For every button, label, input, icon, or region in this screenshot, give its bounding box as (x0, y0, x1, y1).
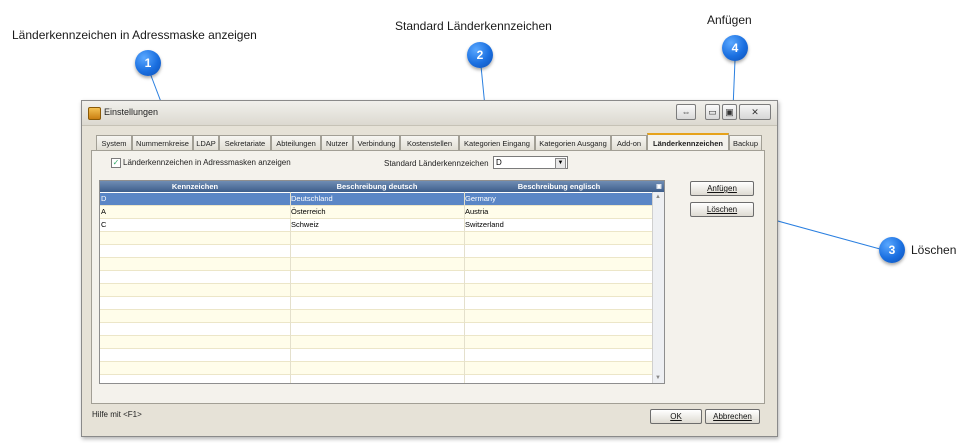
column-divider (290, 192, 291, 383)
delete-button[interactable]: Löschen (690, 202, 754, 217)
cell-desc-de: Schweiz (291, 220, 319, 229)
restore-arrows-icon[interactable]: ⇔ (676, 104, 696, 120)
callout-2-label: Standard Länderkennzeichen (395, 19, 552, 33)
tab-add-on[interactable]: Add-on (611, 135, 647, 150)
cell-desc-de: Deutschland (291, 194, 333, 203)
table-row[interactable]: C Schweiz Switzerland (100, 219, 664, 232)
cell-code: C (101, 220, 107, 229)
callout-1-label: Länderkennzeichen in Adressmaske anzeige… (12, 28, 257, 42)
callout-4-badge: 4 (722, 35, 748, 61)
cell-desc-de: Österreich (291, 207, 326, 216)
cell-desc-en: Switzerland (465, 220, 504, 229)
cancel-button-label: Abbrechen (713, 412, 752, 421)
default-country-select[interactable]: D ▼ (493, 156, 568, 169)
tab-verbindung[interactable]: Verbindung (353, 135, 400, 150)
tab-nutzer[interactable]: Nutzer (321, 135, 353, 150)
empty-row (100, 284, 664, 297)
settings-window: Einstellungen ⇔ ▭ ▣ ✕ System Nummernkrei… (81, 100, 778, 437)
callout-3-label: Löschen (911, 243, 957, 257)
tab-sekretariate[interactable]: Sekretariate (219, 135, 271, 150)
show-in-address-mask-checkbox[interactable]: ✓ (111, 158, 121, 168)
tab-kategorien-ausgang[interactable]: Kategorien Ausgang (535, 135, 611, 150)
add-button[interactable]: Anfügen (690, 181, 754, 196)
delete-button-label: Löschen (706, 205, 738, 214)
empty-row (100, 323, 664, 336)
close-icon[interactable]: ✕ (739, 104, 771, 120)
empty-row (100, 297, 664, 310)
tab-backup[interactable]: Backup (729, 135, 762, 150)
tab-kategorien-eingang[interactable]: Kategorien Eingang (459, 135, 535, 150)
status-hint: Hilfe mit <F1> (92, 410, 142, 419)
table-row[interactable]: A Österreich Austria (100, 206, 664, 219)
country-code-table: Kennzeichen Beschreibung deutsch Beschre… (99, 180, 665, 384)
minimize-icon[interactable]: ▭ (705, 104, 720, 120)
default-country-label: Standard Länderkennzeichen (384, 159, 489, 168)
add-button-label: Anfügen (707, 184, 737, 193)
title-bar: Einstellungen ⇔ ▭ ▣ ✕ (82, 101, 777, 126)
chevron-down-icon[interactable]: ▼ (555, 158, 566, 169)
cancel-button[interactable]: Abbrechen (705, 409, 760, 424)
app-icon (88, 107, 101, 120)
tab-ldap[interactable]: LDAP (193, 135, 219, 150)
scroll-up-icon[interactable]: ▲ (655, 194, 661, 200)
column-header-beschreibung-englisch[interactable]: Beschreibung englisch (464, 181, 654, 192)
callout-3-badge: 3 (879, 237, 905, 263)
callout-4-label: Anfügen (707, 13, 752, 27)
empty-row (100, 336, 664, 349)
empty-row (100, 258, 664, 271)
table-header: Kennzeichen Beschreibung deutsch Beschre… (100, 181, 664, 192)
tab-system[interactable]: System (96, 135, 132, 150)
ok-button-label: OK (670, 412, 682, 421)
empty-row (100, 245, 664, 258)
vertical-scrollbar[interactable]: ▲ ▼ (652, 192, 664, 383)
window-title: Einstellungen (104, 107, 159, 117)
column-chooser-icon[interactable]: ▣ (654, 181, 664, 192)
empty-row (100, 232, 664, 245)
tab-abteilungen[interactable]: Abteilungen (271, 135, 321, 150)
column-header-beschreibung-deutsch[interactable]: Beschreibung deutsch (290, 181, 464, 192)
ok-button[interactable]: OK (650, 409, 702, 424)
maximize-icon[interactable]: ▣ (722, 104, 737, 120)
column-divider (464, 192, 465, 383)
cell-code: A (101, 207, 107, 216)
show-in-address-mask-label: Länderkennzeichen in Adressmasken anzeig… (123, 158, 291, 167)
tab-kostenstellen[interactable]: Kostenstellen (400, 135, 459, 150)
empty-row (100, 362, 664, 375)
cell-code: D (101, 194, 107, 203)
empty-row (100, 349, 664, 362)
default-country-value: D (496, 158, 502, 167)
empty-row (100, 271, 664, 284)
scroll-down-icon[interactable]: ▼ (655, 375, 661, 381)
table-row[interactable]: D Deutschland Germany (100, 193, 664, 206)
empty-row (100, 310, 664, 323)
callout-2-badge: 2 (467, 42, 493, 68)
cell-desc-en: Austria (465, 207, 489, 216)
cell-desc-en: Germany (465, 194, 496, 203)
column-header-kennzeichen[interactable]: Kennzeichen (100, 181, 290, 192)
tab-nummernkreise[interactable]: Nummernkreise (132, 135, 193, 150)
callout-1-badge: 1 (135, 50, 161, 76)
